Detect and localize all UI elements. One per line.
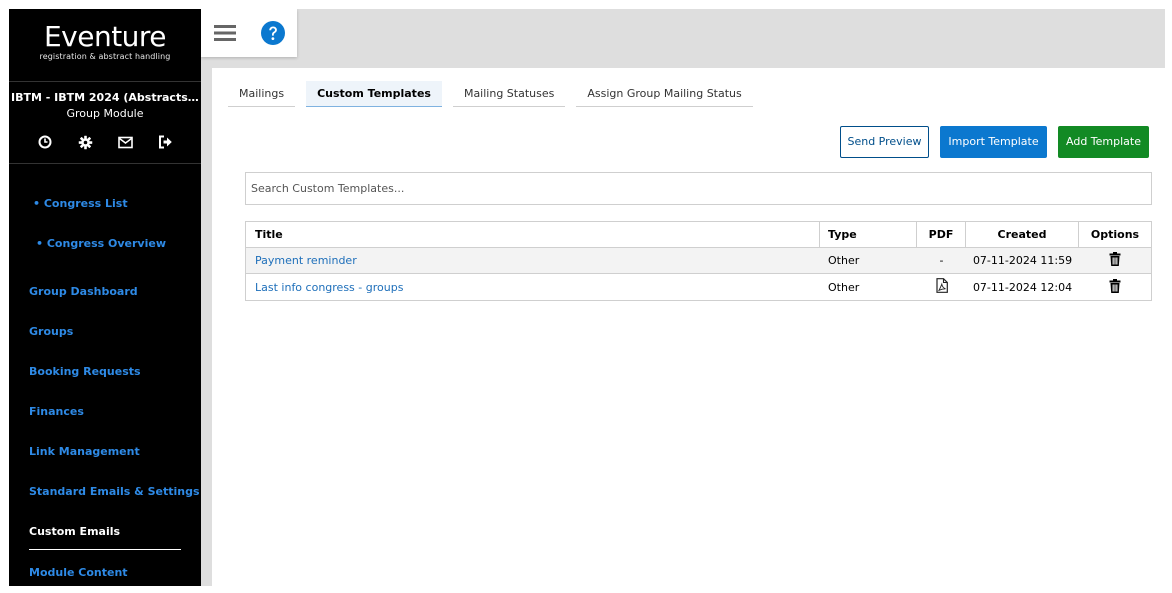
table-row: Last info congress - groups Other 07-11-…	[246, 274, 1151, 300]
row-title-cell: Payment reminder	[246, 248, 820, 273]
logo-title: Eventure	[43, 20, 167, 53]
header-type[interactable]: Type	[820, 222, 917, 247]
table-row: Payment reminder Other - 07-11-2024 11:5…	[246, 248, 1151, 274]
add-template-button[interactable]: Add Template	[1058, 126, 1149, 158]
sidebar-item-custom-emails[interactable]: Custom Emails	[9, 517, 201, 557]
tab-assign-group-mailing-status[interactable]: Assign Group Mailing Status	[576, 81, 753, 107]
sidebar-item-group-dashboard[interactable]: Group Dashboard	[9, 277, 201, 317]
sidebar-item-standard-emails[interactable]: Standard Emails & Settings	[9, 477, 201, 517]
congress-info: IBTM - IBTM 2024 (Abstracts & Par... Gro…	[9, 82, 201, 164]
sidebar: Eventure registration & abstract handlin…	[9, 9, 201, 586]
row-created: 07-11-2024 12:04	[972, 280, 1073, 294]
tab-custom-templates[interactable]: Custom Templates	[306, 81, 442, 107]
logo[interactable]: Eventure registration & abstract handlin…	[9, 9, 201, 82]
header-created[interactable]: Created	[966, 222, 1079, 247]
trash-icon[interactable]	[1109, 252, 1121, 269]
sidebar-item-module-content[interactable]: Module Content	[9, 558, 201, 586]
logout-icon[interactable]	[157, 134, 173, 150]
row-title-cell: Last info congress - groups	[246, 274, 820, 300]
template-link[interactable]: Payment reminder	[255, 254, 357, 267]
sidebar-item-link-management[interactable]: Link Management	[9, 437, 201, 477]
sidebar-item-finances[interactable]: Finances	[9, 397, 201, 437]
pdf-file-icon[interactable]	[935, 278, 948, 296]
sidebar-item-groups[interactable]: Groups	[9, 317, 201, 357]
clock-icon[interactable]	[37, 134, 53, 150]
main-content: Mailings Custom Templates Mailing Status…	[212, 68, 1165, 586]
hamburger-icon[interactable]	[201, 9, 249, 57]
template-link[interactable]: Last info congress - groups	[255, 281, 403, 294]
send-preview-button[interactable]: Send Preview	[840, 126, 929, 158]
row-pdf	[917, 274, 966, 300]
row-type: Other	[828, 254, 860, 267]
row-type: Other	[828, 280, 860, 294]
sidebar-nav: Group Dashboard Groups Booking Requests …	[9, 277, 201, 586]
header-options: Options	[1090, 228, 1140, 241]
tab-mailing-statuses[interactable]: Mailing Statuses	[452, 81, 566, 107]
header-pdf[interactable]: PDF	[917, 222, 966, 247]
row-options	[1079, 274, 1151, 300]
sidebar-icon-row	[9, 134, 201, 150]
sidebar-item-congress-list[interactable]: • Congress List	[9, 189, 201, 229]
tab-bar: Mailings Custom Templates Mailing Status…	[228, 81, 753, 107]
tab-mailings[interactable]: Mailings	[228, 81, 296, 107]
row-options	[1079, 248, 1151, 273]
help-icon[interactable]	[249, 9, 297, 57]
active-item-underline	[29, 549, 181, 550]
trash-icon[interactable]	[1109, 278, 1121, 296]
gear-icon[interactable]	[77, 134, 93, 150]
row-created: 07-11-2024 11:59	[972, 254, 1073, 267]
sidebar-item-congress-overview[interactable]: • Congress Overview	[9, 229, 201, 269]
app-frame: Eventure registration & abstract handlin…	[9, 9, 1165, 586]
table-header-row: Title Type PDF Created Options	[246, 222, 1151, 248]
search-input[interactable]: Search Custom Templates...	[245, 172, 1152, 205]
sidebar-item-booking-requests[interactable]: Booking Requests	[9, 357, 201, 397]
module-name: Group Module	[66, 107, 144, 120]
logo-subtitle: registration & abstract handling	[39, 52, 171, 61]
envelope-icon[interactable]	[117, 134, 133, 150]
row-pdf: -	[939, 254, 944, 267]
templates-table: Title Type PDF Created Options Payment r…	[245, 221, 1152, 301]
top-toolbar	[201, 9, 297, 57]
header-title[interactable]: Title	[246, 222, 820, 247]
import-template-button[interactable]: Import Template	[940, 126, 1047, 158]
congress-name: IBTM - IBTM 2024 (Abstracts & Par...	[11, 91, 201, 104]
sidebar-subnav: • Congress List • Congress Overview	[9, 164, 201, 269]
